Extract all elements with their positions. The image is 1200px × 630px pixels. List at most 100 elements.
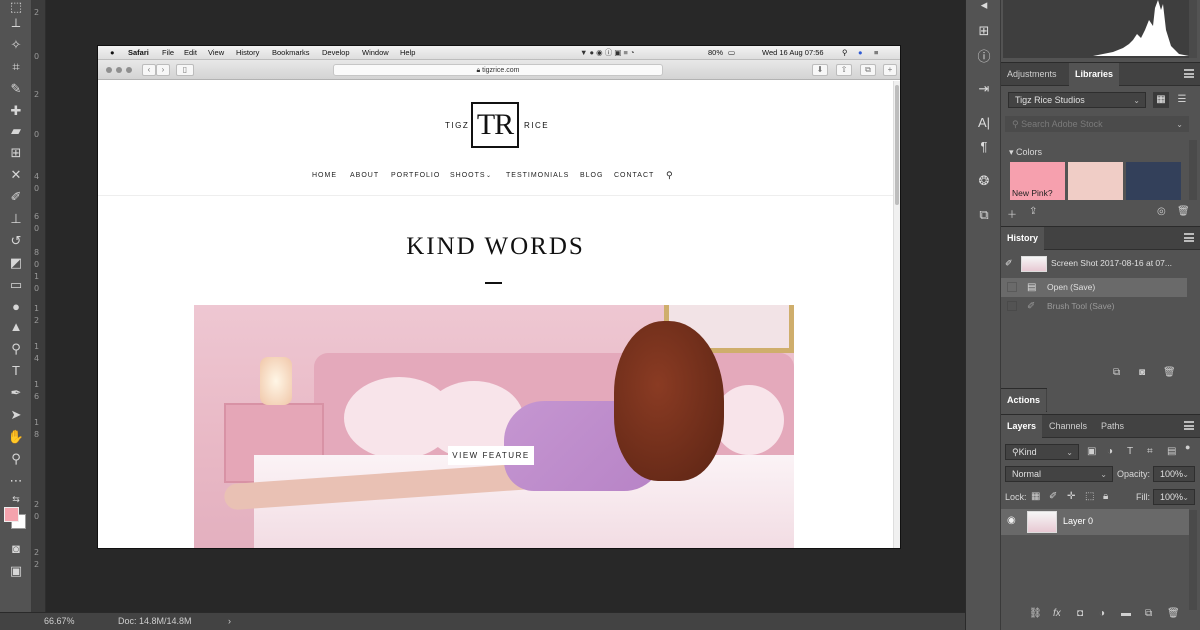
lock-all-icon[interactable]: 🔒︎ bbox=[1103, 491, 1108, 502]
add-icon[interactable]: ＋ bbox=[1007, 206, 1017, 221]
trash-icon[interactable]: 🗑︎ bbox=[1163, 367, 1176, 378]
new-layer-icon[interactable]: ⧉ bbox=[1145, 608, 1152, 619]
status-menu-arrow[interactable]: › bbox=[228, 613, 231, 630]
link-layers-icon[interactable]: ⛓ bbox=[1029, 608, 1042, 619]
swatch-label: New Pink? bbox=[1012, 188, 1053, 198]
history-item[interactable]: ▤ Open (Save) bbox=[1001, 278, 1187, 297]
history-checkbox[interactable] bbox=[1007, 282, 1017, 292]
lock-image-icon[interactable]: ✐ bbox=[1049, 491, 1057, 502]
navigator-icon[interactable]: ◂ bbox=[974, 0, 994, 14]
opacity-input[interactable]: 100% ⌄ bbox=[1153, 466, 1195, 482]
hand-tool-icon[interactable]: ✋ bbox=[6, 428, 26, 446]
filter-toggle-icon[interactable]: ● bbox=[1185, 442, 1190, 452]
panel-menu-icon[interactable] bbox=[1184, 69, 1194, 78]
more-tools-icon[interactable]: ⋯ bbox=[6, 472, 26, 490]
pixel-layer-filter-icon[interactable]: ▣ bbox=[1087, 446, 1096, 457]
grid-view-icon[interactable]: ▦ bbox=[1153, 92, 1169, 108]
search-icon: ⚲ bbox=[1012, 447, 1019, 457]
bandage-icon[interactable]: ▰ bbox=[6, 122, 26, 140]
ruler-tick: 2 bbox=[34, 8, 40, 17]
color-swatch-navy[interactable] bbox=[1126, 162, 1181, 200]
blur-tool-icon[interactable]: ● bbox=[6, 298, 26, 316]
type-layer-filter-icon[interactable]: T bbox=[1127, 446, 1133, 457]
adjustment-layer-icon[interactable]: ◑ bbox=[1099, 608, 1105, 619]
lock-artboard-icon[interactable]: ⬚ bbox=[1085, 491, 1094, 502]
adjustment-layer-filter-icon[interactable]: ◑ bbox=[1107, 446, 1113, 457]
screen-mode-icon[interactable]: ▣ bbox=[6, 562, 26, 580]
crop-tool-icon[interactable]: ⌗ bbox=[6, 58, 26, 76]
eraser-icon[interactable]: ◩ bbox=[6, 254, 26, 272]
document-canvas[interactable]: ● Safari File Edit View History Bookmark… bbox=[98, 46, 900, 548]
list-view-icon[interactable]: ☰ bbox=[1174, 92, 1190, 108]
tab-libraries[interactable]: Libraries bbox=[1069, 63, 1120, 86]
history-snapshot-row[interactable]: ✐ Screen Shot 2017-08-16 at 07... bbox=[1001, 254, 1187, 273]
new-group-folder-icon[interactable]: ▬ bbox=[1121, 608, 1131, 619]
search-icon: ⚲ bbox=[1012, 119, 1022, 129]
layer-kind-filter[interactable]: ⚲Kind ⌄ bbox=[1005, 444, 1079, 460]
sharpen-tool-icon[interactable]: ▲ bbox=[6, 318, 26, 336]
properties-icon[interactable]: ⓘ bbox=[974, 48, 994, 66]
tab-history[interactable]: History bbox=[1001, 227, 1045, 250]
tab-channels[interactable]: Channels bbox=[1043, 415, 1093, 438]
info-panel-icon[interactable]: ⊞ bbox=[974, 22, 994, 40]
tab-actions[interactable]: Actions bbox=[1001, 389, 1047, 412]
content-aware-move-icon[interactable]: ✕ bbox=[6, 166, 26, 184]
library-select[interactable]: Tigz Rice Studios ⌄ bbox=[1008, 92, 1146, 108]
color-swatch-new-pink[interactable]: New Pink? bbox=[1010, 162, 1065, 200]
zoom-tool-icon[interactable]: ⚲ bbox=[6, 450, 26, 468]
new-document-from-state-icon[interactable]: ⧉ bbox=[1113, 367, 1120, 378]
foreground-color-swatch[interactable] bbox=[4, 507, 19, 522]
lasso-tool-icon[interactable]: ⟂ bbox=[6, 14, 26, 32]
creative-cloud-icon[interactable]: ◎ bbox=[1157, 206, 1166, 217]
shape-layer-filter-icon[interactable]: ⌗ bbox=[1147, 446, 1153, 457]
gradient-tool-icon[interactable]: ▭ bbox=[6, 276, 26, 294]
lock-position-icon[interactable]: ✛ bbox=[1067, 491, 1075, 502]
layers-scrollbar[interactable] bbox=[1189, 510, 1197, 610]
tab-adjustments[interactable]: Adjustments bbox=[1001, 63, 1063, 86]
paragraph-panel-icon[interactable]: ¶ bbox=[974, 138, 994, 156]
history-brush-icon[interactable]: ↺ bbox=[6, 232, 26, 250]
brush-tool-icon[interactable]: ✐ bbox=[6, 188, 26, 206]
quick-mask-icon[interactable]: ◙ bbox=[6, 540, 26, 558]
color-swatch-blush[interactable] bbox=[1068, 162, 1123, 200]
magic-wand-icon[interactable]: ✧ bbox=[6, 36, 26, 54]
tab-paths[interactable]: Paths bbox=[1095, 415, 1130, 438]
history-checkbox[interactable] bbox=[1007, 301, 1017, 311]
patch-tool-icon[interactable]: ⊞ bbox=[6, 144, 26, 162]
clone-source-icon[interactable]: ⧉ bbox=[974, 206, 994, 224]
character-panel-icon[interactable]: A| bbox=[974, 114, 994, 132]
eyedropper-icon[interactable]: ✎ bbox=[6, 80, 26, 98]
panel-menu-icon[interactable] bbox=[1184, 421, 1194, 430]
histogram-scrollbar[interactable] bbox=[1189, 0, 1197, 58]
tab-layers[interactable]: Layers bbox=[1001, 415, 1043, 438]
add-mask-icon[interactable]: ◘ bbox=[1077, 608, 1083, 619]
upload-icon[interactable]: ⇪ bbox=[1029, 206, 1037, 217]
layer-styles-fx-icon[interactable]: fx bbox=[1053, 608, 1061, 619]
eye-visibility-icon[interactable]: ◉ bbox=[1007, 515, 1016, 526]
dodge-tool-icon[interactable]: ⚲ bbox=[6, 340, 26, 358]
character-styles-icon[interactable]: ⇥ bbox=[974, 80, 994, 98]
layer-row[interactable]: ◉ Layer 0 bbox=[1001, 509, 1189, 535]
panel-menu-icon[interactable] bbox=[1184, 233, 1194, 242]
colors-section-heading[interactable]: ▾ Colors bbox=[1009, 147, 1042, 158]
clone-stamp-icon[interactable]: ⊥ bbox=[6, 210, 26, 228]
swap-colors-icon[interactable]: ⇆ bbox=[6, 490, 26, 508]
lock-transparent-icon[interactable]: ▦ bbox=[1031, 491, 1040, 502]
pen-tool-icon[interactable]: ✒ bbox=[6, 384, 26, 402]
healing-brush-icon[interactable]: ✚ bbox=[6, 102, 26, 120]
brush-presets-icon[interactable]: ❂ bbox=[974, 172, 994, 190]
trash-icon[interactable]: 🗑︎ bbox=[1177, 206, 1190, 217]
zoom-level[interactable]: 66.67% bbox=[44, 613, 75, 630]
fill-label: Fill: bbox=[1136, 492, 1150, 502]
type-tool-icon[interactable]: T bbox=[6, 362, 26, 380]
fill-input[interactable]: 100% ⌄ bbox=[1153, 489, 1195, 505]
path-selection-icon[interactable]: ➤ bbox=[6, 406, 26, 424]
libraries-scrollbar[interactable] bbox=[1189, 140, 1197, 200]
blend-mode-select[interactable]: Normal ⌄ bbox=[1005, 466, 1113, 482]
adobe-stock-search-input[interactable]: ⚲ Search Adobe Stock ⌄ bbox=[1005, 116, 1189, 132]
trash-icon[interactable]: 🗑︎ bbox=[1167, 608, 1180, 619]
ruler-tick: 0 bbox=[34, 284, 40, 293]
camera-snapshot-icon[interactable]: ◙ bbox=[1139, 367, 1145, 378]
smart-object-filter-icon[interactable]: ▤ bbox=[1167, 446, 1176, 457]
history-item[interactable]: ✐ Brush Tool (Save) bbox=[1001, 297, 1187, 316]
